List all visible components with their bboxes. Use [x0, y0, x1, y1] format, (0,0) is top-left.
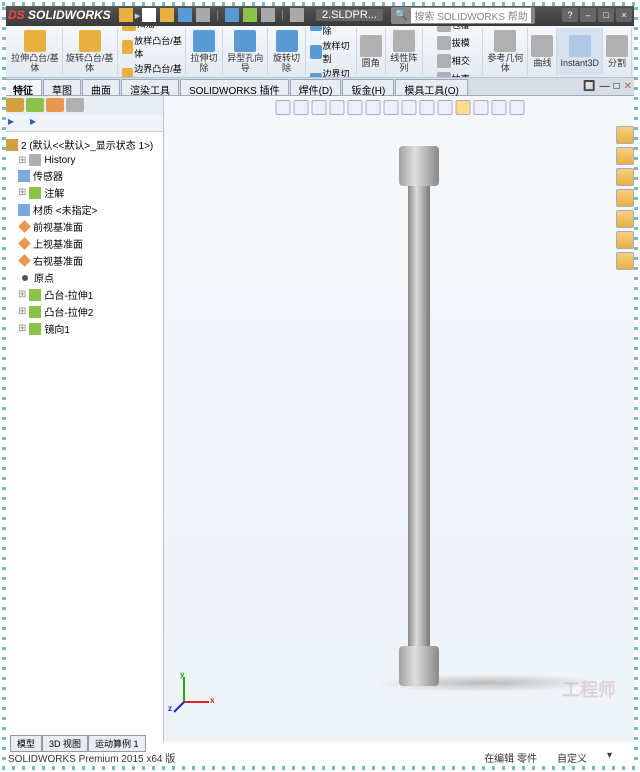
appearance-icon[interactable] — [402, 100, 417, 115]
status-mode: 在编辑 零件 — [484, 750, 537, 764]
orientation-triad[interactable]: y x z — [174, 672, 214, 712]
task-library-icon[interactable] — [616, 147, 634, 165]
view-d-icon[interactable] — [510, 100, 525, 115]
tab-max-icon[interactable]: □ — [614, 81, 620, 92]
scene-icon[interactable] — [420, 100, 435, 115]
task-appearance-icon[interactable] — [616, 210, 634, 228]
tree-material[interactable]: 材质 <未指定> — [6, 201, 161, 218]
feature-tree-panel: ▸ ▸ 2 (默认<<默认>_显示状态 1>) ⊞History 传感器 ⊞注解… — [4, 96, 164, 742]
print-icon[interactable] — [196, 8, 210, 22]
tab-sheetmetal[interactable]: 钣金(H) — [342, 79, 394, 95]
rebuild-icon[interactable] — [243, 8, 257, 22]
side-tabs — [4, 96, 163, 114]
tab-addins[interactable]: SOLIDWORKS 插件 — [180, 79, 289, 95]
tree-front-plane[interactable]: 前视基准面 — [6, 218, 161, 235]
nav-fwd-icon[interactable]: ▸ — [30, 114, 36, 131]
tree-root[interactable]: 2 (默认<<默认>_显示状态 1>) — [6, 136, 161, 153]
ribbon: 拉伸凸台/基体 旋转凸台/基体 扫描 放样凸台/基体 边界凸台/基体 拉伸切除 … — [4, 26, 636, 78]
task-forum-icon[interactable] — [616, 252, 634, 270]
section-icon[interactable] — [330, 100, 345, 115]
ribbon-extrude-cut[interactable]: 拉伸切除 — [186, 28, 223, 75]
options-icon[interactable] — [261, 8, 275, 22]
tab-features[interactable]: 特征 — [4, 79, 42, 95]
close-button[interactable]: × — [616, 8, 632, 22]
tree-top-plane[interactable]: 上视基准面 — [6, 235, 161, 252]
tree-feat1[interactable]: ⊞凸台-拉伸1 — [6, 286, 161, 303]
nav-back-icon[interactable]: ▸ — [8, 114, 14, 131]
hide-show-icon[interactable] — [384, 100, 399, 115]
document-tab[interactable]: 2.SLDPR... — [316, 9, 383, 21]
ribbon-revolve-cut[interactable]: 旋转切除 — [268, 28, 305, 75]
view-b-icon[interactable] — [474, 100, 489, 115]
save-icon[interactable] — [178, 8, 192, 22]
status-version: SOLIDWORKS Premium 2015 x64 版 — [8, 750, 175, 764]
view-orient-icon[interactable] — [348, 100, 363, 115]
ribbon-sweep-group: 扫描 放样凸台/基体 边界凸台/基体 — [118, 28, 186, 75]
search-box[interactable]: 🔍搜索 SOLIDWORKS 帮助 — [391, 7, 535, 24]
settings-icon[interactable] — [290, 8, 304, 22]
new-icon[interactable] — [142, 8, 156, 22]
open-icon[interactable] — [160, 8, 174, 22]
command-tabs: 特征 草图 曲面 渲染工具 SOLIDWORKS 插件 焊件(D) 钣金(H) … — [4, 78, 636, 96]
maximize-button[interactable]: □ — [598, 8, 614, 22]
tab-weldment[interactable]: 焊件(D) — [290, 79, 342, 95]
tree-feat2[interactable]: ⊞凸台-拉伸2 — [6, 303, 161, 320]
view-toolbar — [276, 100, 525, 115]
view-c-icon[interactable] — [492, 100, 507, 115]
ribbon-hole-wizard[interactable]: 异型孔向导 — [223, 28, 268, 75]
zoom-fit-icon[interactable] — [276, 100, 291, 115]
tree-feat3[interactable]: ⊞镜向1 — [6, 320, 161, 337]
tree-history[interactable]: ⊞History — [6, 153, 161, 167]
view-settings-icon[interactable] — [438, 100, 453, 115]
side-tab-tree[interactable] — [6, 98, 24, 112]
status-custom[interactable]: 自定义 — [557, 750, 587, 764]
feature-tree: 2 (默认<<默认>_显示状态 1>) ⊞History 传感器 ⊞注解 材质 … — [4, 132, 163, 742]
minimize-button[interactable]: – — [580, 8, 596, 22]
status-dropdown-icon[interactable]: ▾ — [607, 750, 612, 764]
task-explorer-icon[interactable] — [616, 168, 634, 186]
display-style-icon[interactable] — [366, 100, 381, 115]
help-button[interactable]: ? — [562, 8, 578, 22]
task-resources-icon[interactable] — [616, 126, 634, 144]
ribbon-split[interactable]: 分割 — [603, 28, 632, 75]
watermark: 工程师 — [562, 676, 616, 702]
task-pane — [616, 126, 634, 270]
tab-close-icon[interactable]: ✕ — [624, 81, 632, 92]
tree-right-plane[interactable]: 右视基准面 — [6, 252, 161, 269]
ribbon-fillet[interactable]: 圆角 — [357, 28, 386, 75]
undo-icon[interactable] — [225, 8, 239, 22]
tab-sketch[interactable]: 草图 — [43, 79, 81, 95]
side-nav: ▸ ▸ — [4, 114, 163, 132]
side-tab-config[interactable] — [46, 98, 64, 112]
status-bar: SOLIDWORKS Premium 2015 x64 版 在编辑 零件 自定义… — [8, 750, 632, 764]
tab-search-icon[interactable]: 🔲 — [583, 81, 595, 92]
ribbon-curves[interactable]: 曲线 — [528, 28, 557, 75]
task-props-icon[interactable] — [616, 231, 634, 249]
titlebar: DS SOLIDWORKS ▸ | | 2.SLDPR... 🔍搜索 SOLID… — [4, 4, 636, 26]
tree-origin[interactable]: 原点 — [6, 269, 161, 286]
tab-mold[interactable]: 模具工具(O) — [395, 79, 467, 95]
tab-render[interactable]: 渲染工具 — [121, 79, 179, 95]
ribbon-features-group: 筋 包覆 拔模 相交 抽壳 镜向 — [423, 28, 483, 75]
render-icon[interactable] — [456, 100, 471, 115]
zoom-area-icon[interactable] — [294, 100, 309, 115]
ribbon-ref-geom[interactable]: 参考几何体 — [483, 28, 528, 75]
side-tab-props[interactable] — [26, 98, 44, 112]
task-palette-icon[interactable] — [616, 189, 634, 207]
tree-sensors[interactable]: 传感器 — [6, 167, 161, 184]
tab-min-icon[interactable]: — — [600, 81, 610, 92]
file-icon[interactable] — [119, 8, 133, 22]
prev-view-icon[interactable] — [312, 100, 327, 115]
3d-viewport[interactable]: y x z 工程师 — [164, 96, 636, 742]
side-tab-display[interactable] — [66, 98, 84, 112]
app-logo: DS SOLIDWORKS — [8, 8, 111, 22]
ribbon-cut-group: 扫描切除 放样切割 边界切除 — [306, 28, 357, 75]
ribbon-instant3d[interactable]: Instant3D — [557, 28, 603, 75]
ribbon-revolve-boss[interactable]: 旋转凸台/基体 — [63, 28, 118, 75]
tab-surface[interactable]: 曲面 — [82, 79, 120, 95]
tree-annotations[interactable]: ⊞注解 — [6, 184, 161, 201]
ribbon-extrude-boss[interactable]: 拉伸凸台/基体 — [8, 28, 63, 75]
3d-model[interactable] — [399, 146, 439, 686]
ribbon-pattern[interactable]: 线性阵列 — [386, 28, 423, 75]
